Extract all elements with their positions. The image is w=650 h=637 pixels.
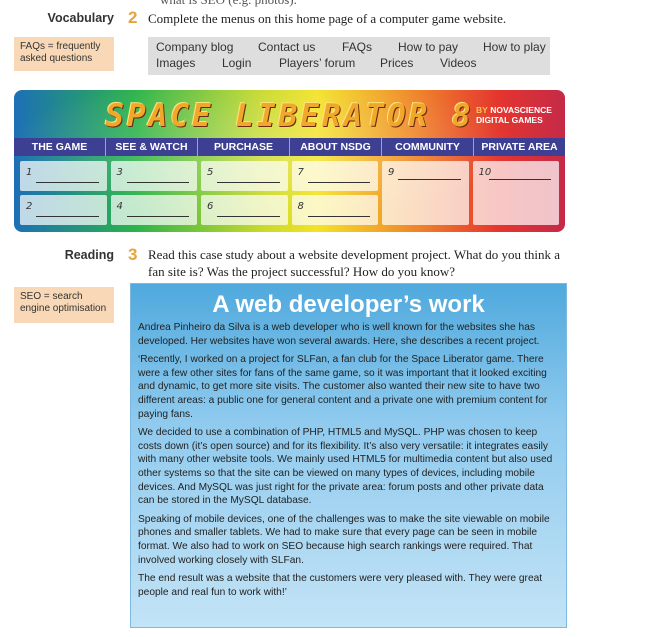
- vocabulary-instruction: Complete the menus on this home page of …: [148, 11, 507, 26]
- blank-cell: 8: [291, 195, 378, 225]
- blank-number: 8: [297, 201, 304, 212]
- article-paragraph: Speaking of mobile devices, one of the c…: [138, 513, 550, 566]
- blank-cell: 6: [201, 195, 288, 225]
- game-website-banner: SPACE LIBERATOR 8 BY NOVASCIENCE DIGITAL…: [14, 90, 565, 232]
- menu-word: FAQs: [342, 40, 373, 54]
- article-paragraph: The end result was a website that the cu…: [138, 573, 543, 598]
- reading-instruction-line-2: fan site is? Was the project successful?…: [148, 264, 456, 279]
- nav-private-area[interactable]: PRIVATE AREA: [474, 138, 565, 156]
- article-body: Andrea Pinheiro da Silva is a web develo…: [138, 321, 562, 604]
- blank-number: 10: [478, 167, 492, 178]
- site-navigation: THE GAME SEE & WATCH PURCHASE ABOUT NSDG…: [14, 138, 565, 156]
- article-paragraph: Andrea Pinheiro da Silva is a web develo…: [138, 322, 540, 347]
- blank-cell: 2: [20, 195, 107, 225]
- article-paragraph: We decided to use a combination of PHP, …: [138, 427, 553, 507]
- blank-number: 6: [207, 201, 214, 212]
- reading-instruction-line-1: Read this case study about a website dev…: [148, 247, 561, 262]
- vocabulary-label: Vocabulary: [47, 11, 114, 25]
- nav-purchase[interactable]: PURCHASE: [198, 138, 290, 156]
- menu-word: Contact us: [258, 40, 316, 54]
- blank-cell: 4: [110, 195, 197, 225]
- cut-off-text: what is SEO (e.g. photos).: [160, 0, 297, 8]
- brand-by: BY: [476, 105, 488, 115]
- publisher-brand: BY NOVASCIENCE DIGITAL GAMES: [476, 105, 552, 125]
- menu-blanks: 1 2 3 4 5 6 7 8 9 10: [20, 161, 559, 225]
- faq-note: FAQs = frequently asked questions: [14, 37, 114, 71]
- menu-word: How to pay: [398, 40, 459, 54]
- blank-number: 1: [26, 167, 33, 178]
- menu-word: Players’ forum: [279, 56, 356, 70]
- reading-number: 3: [128, 245, 138, 264]
- blank-number: 5: [207, 167, 214, 178]
- brand-name-2: DIGITAL GAMES: [476, 115, 543, 125]
- nav-community[interactable]: COMMUNITY: [382, 138, 474, 156]
- nav-the-game[interactable]: THE GAME: [14, 138, 106, 156]
- menu-word: Company blog: [156, 40, 234, 54]
- nav-about-nsdg[interactable]: ABOUT NSDG: [290, 138, 382, 156]
- menu-word: Prices: [380, 56, 414, 70]
- blank-number: 2: [26, 201, 33, 212]
- article-paragraph: ‘Recently, I worked on a project for SLF…: [138, 354, 548, 420]
- blank-cell: 5: [201, 161, 288, 191]
- menu-word: Videos: [440, 56, 477, 70]
- vocabulary-number: 2: [128, 8, 138, 27]
- nav-see-watch[interactable]: SEE & WATCH: [106, 138, 198, 156]
- article-title: A web developer’s work: [212, 291, 485, 318]
- brand-name-1: NOVASCIENCE: [490, 105, 552, 115]
- blank-number: 9: [388, 167, 395, 178]
- blank-number: 7: [297, 167, 304, 178]
- menu-word-box: Company blog Contact us FAQs How to pay …: [148, 37, 550, 75]
- menu-word: Login: [222, 56, 252, 70]
- blank-cell: 3: [110, 161, 197, 191]
- case-study-article: A web developer’s work Andrea Pinheiro d…: [130, 283, 567, 628]
- blank-number: 3: [116, 167, 123, 178]
- blank-cell: 7: [291, 161, 378, 191]
- menu-word: Images: [156, 56, 196, 70]
- menu-word: How to play: [483, 40, 546, 54]
- blank-cell: 1: [20, 161, 107, 191]
- blank-cell: 10: [472, 161, 559, 225]
- blank-number: 4: [116, 201, 123, 212]
- seo-note: SEO = search engine optimisation: [14, 287, 114, 323]
- blank-cell: 9: [382, 161, 469, 225]
- reading-label: Reading: [64, 248, 114, 262]
